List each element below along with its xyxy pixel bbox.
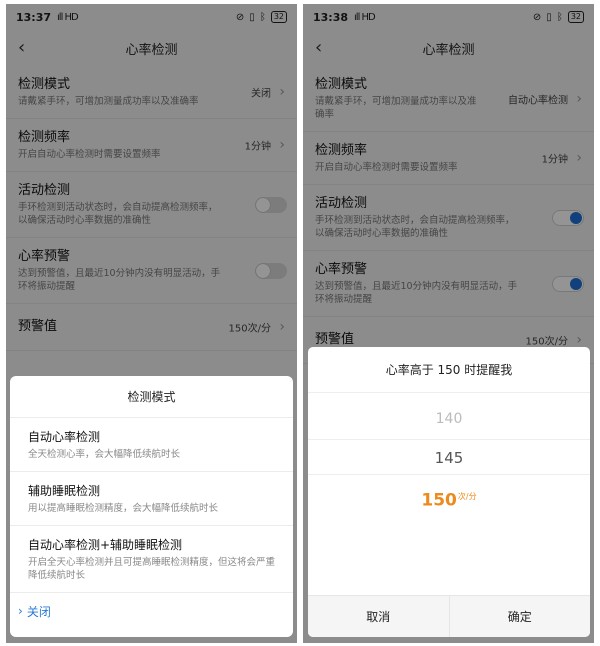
row-desc: 开启自动心率检测时需要设置频率 — [315, 162, 458, 173]
row-activity-detect: 活动检测 手环检测到活动状态时，会自动提高检测频率，以确保活动时心率数据的准确性 — [303, 185, 594, 251]
battery-icon: 32 — [567, 11, 584, 23]
row-desc: 请戴紧手环，可增加测量成功率以及准确率 — [18, 96, 199, 107]
page-title: 心率检测 — [125, 42, 178, 58]
row-desc: 请戴紧手环，可增加测量成功率以及准确率 — [315, 96, 477, 120]
row-value: 1分钟 — [541, 154, 568, 166]
toggle-knob — [256, 197, 270, 212]
status-icons: ⊘ ▯ ᛒ 32 — [533, 11, 584, 23]
chevron-right-icon: › — [576, 150, 582, 166]
heart-alert-toggle[interactable] — [255, 262, 287, 279]
picker-option[interactable]: 145 — [308, 439, 590, 475]
back-icon[interactable]: ‹ — [18, 38, 36, 58]
toggle-knob — [570, 211, 582, 224]
chevron-right-icon: › — [279, 319, 285, 335]
activity-detect-toggle[interactable] — [255, 196, 287, 213]
chevron-right-icon: › — [576, 90, 582, 107]
row-desc: 达到预警值，且最近10分钟内没有明显活动，手环将振动提醒 — [18, 268, 221, 292]
row-desc: 手环检测到活动状态时，会自动提高检测频率，以确保活动时心率数据的准确性 — [18, 202, 218, 226]
phone-screen-left: 13:37 ıll HD ⊘ ▯ ᛒ 32 ‹ 心率检测 检测模式 请戴紧手环，… — [6, 4, 297, 643]
toggle-knob — [570, 277, 582, 290]
row-detect-frequency[interactable]: 检测频率 开启自动心率检测时需要设置频率 1分钟 › — [303, 132, 594, 185]
page-title: 心率检测 — [422, 42, 475, 58]
sheet-title: 检测模式 — [10, 376, 293, 418]
status-bar: 13:37 ıll HD ⊘ ▯ ᛒ 32 — [6, 4, 297, 30]
row-title: 活动检测 — [315, 196, 368, 211]
toggle-knob — [256, 263, 270, 278]
activity-detect-toggle[interactable] — [552, 209, 584, 226]
picker-buttons: 取消 确定 — [308, 595, 590, 637]
option-sleep-assist[interactable]: 辅助睡眠检测 用以提高睡眠检测精度，会大幅降低续航时长 — [10, 472, 293, 526]
row-desc: 达到预警值，且最近10分钟内没有明显活动，手环将振动提醒 — [315, 281, 518, 305]
chevron-right-icon: › — [18, 604, 23, 618]
close-label: 关闭 — [26, 604, 51, 619]
row-detect-mode[interactable]: 检测模式 请戴紧手环，可增加测量成功率以及准确率 关闭 › — [6, 66, 297, 119]
detect-mode-sheet: 检测模式 自动心率检测 全天检测心率，会大幅降低续航时长 辅助睡眠检测 用以提高… — [10, 376, 293, 637]
signal-icon: ıll HD — [354, 11, 376, 23]
close-option[interactable]: › 关闭 — [10, 593, 293, 629]
option-title: 自动心率检测+辅助睡眠检测 — [28, 538, 183, 552]
option-title: 自动心率检测 — [28, 430, 101, 444]
row-value: 自动心率检测 — [508, 95, 568, 106]
mute-icon: ⊘ — [532, 11, 542, 23]
option-auto-heart-rate[interactable]: 自动心率检测 全天检测心率，会大幅降低续航时长 — [10, 418, 293, 472]
phone-screen-right: 13:38 ıll HD ⊘ ▯ ᛒ 32 ‹ 心率检测 检测模式 请戴紧手环，… — [303, 4, 594, 643]
battery-icon: 32 — [270, 11, 287, 23]
chevron-right-icon: › — [279, 137, 285, 153]
option-desc: 全天检测心率，会大幅降低续航时长 — [28, 449, 181, 460]
mute-icon: ⊘ — [235, 11, 245, 23]
picker-selected-value: 150 — [421, 490, 457, 511]
row-heart-alert: 心率预警 达到预警值，且最近10分钟内没有明显活动，手环将振动提醒 — [303, 251, 594, 317]
status-icons: ⊘ ▯ ᛒ 32 — [236, 11, 287, 23]
vibrate-icon: ▯ — [249, 11, 255, 23]
row-title: 心率预警 — [315, 262, 368, 277]
row-title: 心率预警 — [18, 249, 71, 264]
option-title: 辅助睡眠检测 — [28, 484, 101, 498]
back-icon[interactable]: ‹ — [315, 38, 333, 58]
bluetooth-icon: ᛒ — [259, 11, 266, 23]
status-time: 13:37 — [16, 10, 52, 24]
heart-alert-toggle[interactable] — [552, 275, 584, 292]
status-bar: 13:38 ıll HD ⊘ ▯ ᛒ 32 — [303, 4, 594, 30]
chevron-right-icon: › — [576, 332, 582, 348]
row-detect-frequency[interactable]: 检测频率 开启自动心率检测时需要设置频率 1分钟 › — [6, 119, 297, 172]
option-desc: 开启全天心率检测并且可提高睡眠检测精度，但这将会严重降低续航时长 — [28, 557, 276, 581]
picker-selected-option[interactable]: 150次/分 — [308, 477, 590, 517]
row-desc: 手环检测到活动状态时，会自动提高检测频率，以确保活动时心率数据的准确性 — [315, 215, 515, 239]
option-desc: 用以提高睡眠检测精度，会大幅降低续航时长 — [28, 503, 219, 514]
row-alert-value[interactable]: 预警值 150次/分 › — [6, 304, 297, 351]
row-desc: 开启自动心率检测时需要设置频率 — [18, 149, 161, 160]
option-auto-plus-sleep[interactable]: 自动心率检测+辅助睡眠检测 开启全天心率检测并且可提高睡眠检测精度，但这将会严重… — [10, 526, 293, 593]
status-time: 13:38 — [313, 10, 349, 24]
row-value: 150次/分 — [525, 336, 568, 348]
row-value: 关闭 — [251, 88, 271, 100]
signal-icon: ıll HD — [57, 11, 79, 23]
row-value: 1分钟 — [244, 141, 271, 153]
confirm-button[interactable]: 确定 — [448, 596, 591, 637]
title-bar: ‹ 心率检测 — [6, 30, 297, 66]
row-detect-mode[interactable]: 检测模式 请戴紧手环，可增加测量成功率以及准确率 自动心率检测 › — [303, 66, 594, 132]
row-title: 活动检测 — [18, 183, 71, 198]
chevron-right-icon: › — [279, 84, 285, 100]
cancel-button[interactable]: 取消 — [308, 596, 449, 637]
picker-title: 心率高于 150 时提醒我 — [308, 347, 590, 393]
vibrate-icon: ▯ — [546, 11, 552, 23]
row-title: 检测模式 — [18, 77, 71, 92]
bluetooth-icon: ᛒ — [556, 11, 563, 23]
title-bar: ‹ 心率检测 — [303, 30, 594, 66]
row-value: 150次/分 — [228, 323, 271, 335]
row-activity-detect: 活动检测 手环检测到活动状态时，会自动提高检测频率，以确保活动时心率数据的准确性 — [6, 172, 297, 238]
alert-value-picker: 心率高于 150 时提醒我 140 145 150次/分 取消 确定 — [308, 347, 590, 637]
row-heart-alert: 心率预警 达到预警值，且最近10分钟内没有明显活动，手环将振动提醒 — [6, 238, 297, 304]
picker-unit: 次/分 — [457, 492, 477, 501]
picker-option[interactable]: 140 — [308, 401, 590, 437]
